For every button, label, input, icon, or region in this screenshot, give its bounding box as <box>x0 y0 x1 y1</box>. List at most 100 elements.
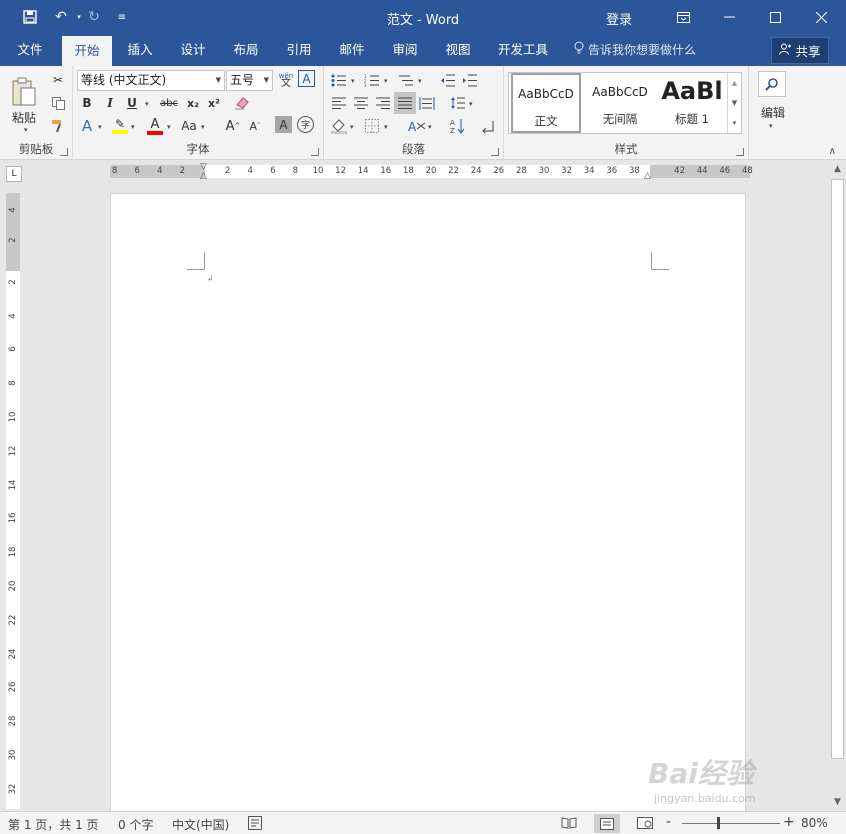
text-effects-dropdown-icon[interactable]: ▾ <box>98 123 102 131</box>
customize-quick-access-icon[interactable]: ≡ <box>109 0 135 34</box>
distributed-icon[interactable] <box>417 93 437 113</box>
hanging-indent-icon[interactable]: △ <box>200 171 207 181</box>
close-icon[interactable] <box>798 0 844 34</box>
tab-view[interactable]: 视图 <box>434 34 482 66</box>
multilevel-dropdown-icon[interactable]: ▾ <box>418 77 422 85</box>
macro-record-icon[interactable] <box>244 814 266 832</box>
ribbon-display-options-icon[interactable] <box>660 0 706 34</box>
line-spacing-icon[interactable] <box>448 93 468 113</box>
clear-formatting-icon[interactable] <box>232 93 252 113</box>
tab-file[interactable]: 文件 <box>6 34 54 66</box>
underline-button[interactable]: U <box>122 93 142 113</box>
bullets-dropdown-icon[interactable]: ▾ <box>351 77 355 85</box>
numbering-icon[interactable]: 123 <box>362 70 382 90</box>
font-name-combo[interactable]: 等线 (中文正文) ▼ <box>77 70 225 91</box>
character-border-icon[interactable]: A <box>298 70 315 87</box>
italic-button[interactable]: I <box>100 93 120 113</box>
numbering-dropdown-icon[interactable]: ▾ <box>384 77 388 85</box>
style-no-spacing[interactable]: AaBbCcD 无间隔 <box>585 73 655 133</box>
minimize-icon[interactable] <box>706 0 752 34</box>
collapse-ribbon-icon[interactable]: ∧ <box>829 146 836 157</box>
line-spacing-dropdown-icon[interactable]: ▾ <box>469 100 473 108</box>
tab-layout[interactable]: 布局 <box>222 34 270 66</box>
language-status[interactable]: 中文(中国) <box>172 816 229 833</box>
format-painter-icon[interactable] <box>48 116 68 136</box>
clipboard-launcher-icon[interactable] <box>60 148 68 156</box>
cut-icon[interactable]: ✂ <box>48 70 68 90</box>
justify-icon[interactable] <box>394 92 416 114</box>
align-left-icon[interactable] <box>329 93 349 113</box>
show-marks-icon[interactable] <box>478 116 498 136</box>
font-color-dropdown-icon[interactable]: ▾ <box>167 123 171 131</box>
paste-icon[interactable] <box>8 72 40 112</box>
character-shading-button[interactable]: A <box>275 116 292 133</box>
align-right-icon[interactable] <box>373 93 393 113</box>
login-link[interactable]: 登录 <box>606 9 632 28</box>
save-icon[interactable] <box>17 0 43 34</box>
scroll-down-icon[interactable]: ▼ <box>829 794 846 811</box>
change-case-button[interactable]: Aa <box>177 116 201 136</box>
bold-button[interactable]: B <box>77 93 97 113</box>
zoom-out-button[interactable]: - <box>666 814 671 830</box>
decrease-indent-icon[interactable] <box>438 70 458 90</box>
chevron-up-icon[interactable]: ▲ <box>728 73 741 93</box>
read-mode-icon[interactable] <box>558 814 580 832</box>
redo-icon[interactable]: ↻ <box>81 0 107 34</box>
font-color-icon[interactable]: A <box>145 116 165 136</box>
copy-icon[interactable] <box>48 93 68 113</box>
sort-icon[interactable]: AZ <box>448 116 468 136</box>
font-size-combo[interactable]: 五号 ▼ <box>226 70 273 91</box>
font-launcher-icon[interactable] <box>311 148 319 156</box>
shading-dropdown-icon[interactable]: ▾ <box>350 123 354 131</box>
strikethrough-button[interactable]: abc <box>157 93 181 113</box>
vertical-ruler[interactable]: 4 2 2 4 6 8 10 12 14 16 18 20 22 24 26 28 30 32 <box>6 193 20 809</box>
horizontal-ruler[interactable]: 8 6 4 2 2 4 6 8 10 12 14 16 18 20 22 24 26 28 30 32 34 36 38 42… <box>110 162 753 181</box>
change-case-dropdown-icon[interactable]: ▾ <box>201 123 205 131</box>
share-button[interactable]: 共享 <box>771 37 829 64</box>
word-count[interactable]: 0 个字 <box>118 816 153 833</box>
zoom-in-button[interactable]: + <box>783 814 795 830</box>
text-effects-icon[interactable]: A <box>77 116 97 136</box>
borders-dropdown-icon[interactable]: ▾ <box>384 123 388 131</box>
tab-selector[interactable]: L <box>6 166 22 182</box>
document-page[interactable]: ↲ <box>110 193 746 813</box>
styles-launcher-icon[interactable] <box>736 148 744 156</box>
vertical-scrollbar[interactable]: ▲ ▼ <box>829 161 846 811</box>
scroll-thumb[interactable] <box>831 179 844 759</box>
enclose-characters-button[interactable]: 字 <box>297 116 314 133</box>
tab-home[interactable]: 开始 <box>62 36 112 66</box>
zoom-slider-track[interactable] <box>682 823 780 824</box>
zoom-level[interactable]: 80% <box>801 816 828 830</box>
scroll-up-icon[interactable]: ▲ <box>829 161 846 178</box>
tab-developer[interactable]: 开发工具 <box>490 34 556 66</box>
tell-me-box[interactable]: 告诉我你想要做什么 <box>574 34 696 66</box>
tab-insert[interactable]: 插入 <box>116 34 164 66</box>
subscript-button[interactable]: x₂ <box>183 93 203 113</box>
highlight-dropdown-icon[interactable]: ▾ <box>131 123 135 131</box>
paste-label[interactable]: 粘贴 <box>12 109 36 126</box>
style-heading-1[interactable]: AaBl 标题 1 <box>657 73 727 133</box>
highlight-color-icon[interactable]: ✎ <box>110 116 130 136</box>
web-layout-icon[interactable] <box>634 814 656 832</box>
paste-dropdown-icon[interactable]: ▾ <box>24 126 28 134</box>
gallery-more-icon[interactable]: ▾ <box>728 113 741 133</box>
increase-indent-icon[interactable] <box>460 70 480 90</box>
tab-references[interactable]: 引用 <box>275 34 323 66</box>
borders-icon[interactable] <box>362 116 382 136</box>
chinese-layout-dropdown-icon[interactable]: ▾ <box>428 123 432 131</box>
align-center-icon[interactable] <box>351 93 371 113</box>
bullets-icon[interactable] <box>329 70 349 90</box>
underline-dropdown-icon[interactable]: ▾ <box>145 100 149 108</box>
style-normal[interactable]: AaBbCcD 正文 <box>511 73 581 133</box>
shading-icon[interactable] <box>329 116 349 136</box>
tab-design[interactable]: 设计 <box>169 34 217 66</box>
shrink-font-button[interactable]: Aˇ <box>245 116 265 136</box>
maximize-icon[interactable] <box>752 0 798 34</box>
grow-font-button[interactable]: A ^ <box>223 116 243 136</box>
print-layout-icon[interactable] <box>594 814 620 833</box>
phonetic-guide-icon[interactable]: wén 文 <box>276 70 296 90</box>
right-indent-icon[interactable]: △ <box>644 171 651 181</box>
superscript-button[interactable]: x² <box>204 93 224 113</box>
tab-mailings[interactable]: 邮件 <box>328 34 376 66</box>
paragraph-launcher-icon[interactable] <box>491 148 499 156</box>
